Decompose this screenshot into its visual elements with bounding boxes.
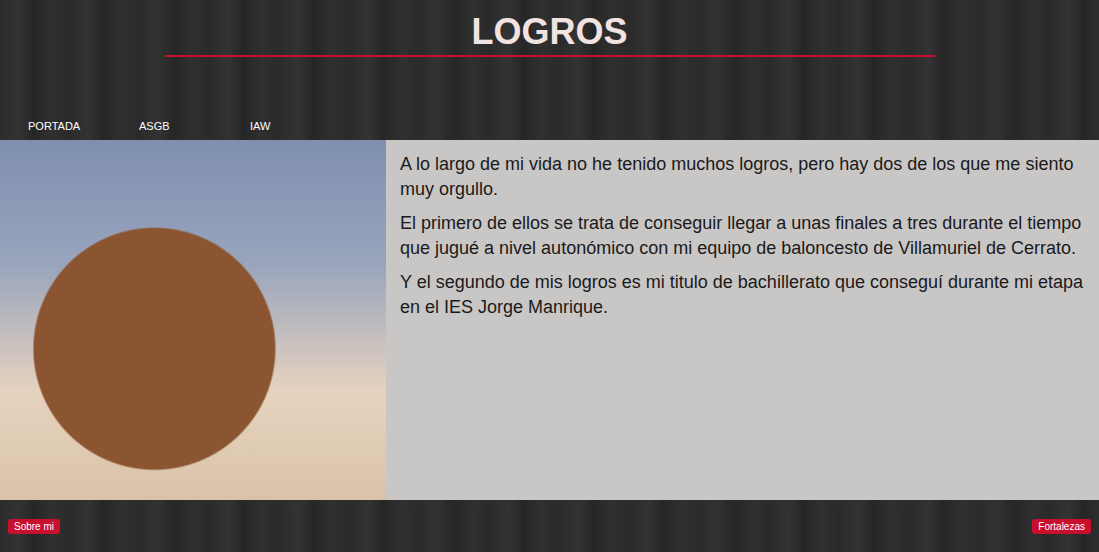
paragraph: Y el segundo de mis logros es mi titulo … — [400, 270, 1089, 320]
paragraph: A lo largo de mi vida no he tenido mucho… — [400, 152, 1089, 202]
page-title: LOGROS — [471, 12, 627, 52]
header: LOGROS — [0, 0, 1099, 57]
footer-button[interactable]: Sobre mi — [8, 519, 60, 534]
nav-link[interactable]: ASGB — [139, 120, 250, 132]
title-underline — [165, 55, 935, 57]
footer: Sobre mi Fortalezas — [0, 500, 1099, 552]
paragraph: El primero de ellos se trata de consegui… — [400, 211, 1089, 261]
nav-link[interactable]: IAW — [250, 120, 361, 132]
page: LOGROS PORTADAASGBIAW A lo largo de mi vid… — [0, 0, 1099, 552]
nav-bar: PORTADAASGBIAW — [0, 112, 1099, 140]
footer-button[interactable]: Fortalezas — [1032, 519, 1091, 534]
nav-link[interactable]: PORTADA — [28, 120, 139, 132]
text-panel: A lo largo de mi vida no he tenido mucho… — [386, 140, 1099, 500]
content: A lo largo de mi vida no he tenido mucho… — [0, 140, 1099, 500]
basketball-photo — [0, 140, 386, 500]
